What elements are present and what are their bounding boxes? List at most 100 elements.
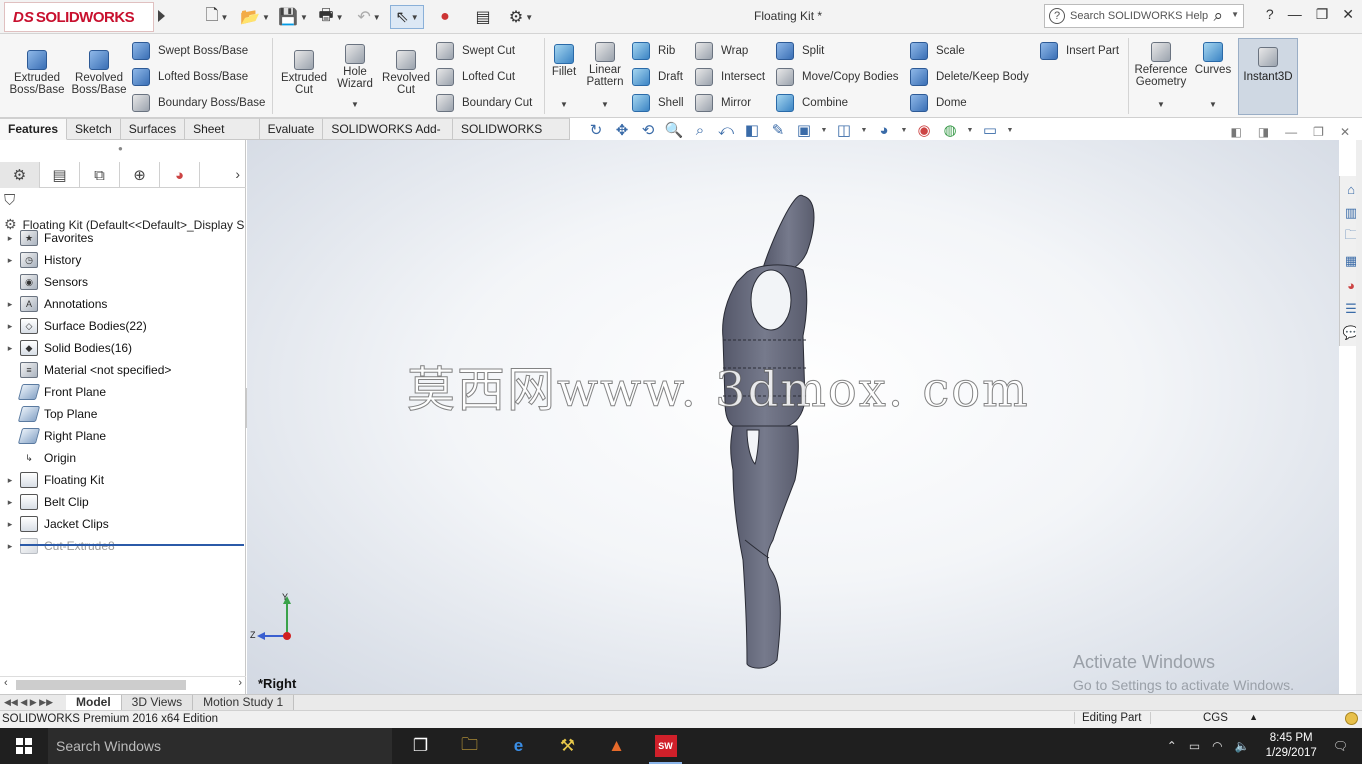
curves-dropdown-icon[interactable]: ▼ (1209, 100, 1217, 109)
search-icon[interactable]: ⌕ (1213, 6, 1223, 26)
previous-view-icon[interactable]: ⤺ (716, 122, 736, 139)
tab-sheet-metal[interactable]: Sheet Metal (185, 118, 260, 157)
tile-right-icon[interactable]: ◨ (1258, 125, 1269, 139)
solidworks-logo[interactable]: DS SOLIDWORKS (4, 2, 154, 32)
tab-motion-study[interactable]: Motion Study 1 (193, 695, 295, 710)
chevron-right-icon[interactable]: › (235, 166, 240, 182)
insert-part-button[interactable]: Insert Part (1040, 42, 1119, 60)
lofted-cut-button[interactable]: Lofted Cut (436, 68, 515, 86)
dimxpert-tab-icon[interactable]: ⊕ (120, 162, 160, 188)
combine-button[interactable]: Combine (776, 94, 848, 112)
close-button[interactable]: ✕ (1342, 6, 1354, 23)
tree-item-origin[interactable]: ↳ Origin (0, 447, 244, 469)
zoom-to-area-icon[interactable]: ⌕ (690, 122, 710, 139)
intersect-button[interactable]: Intersect (695, 68, 765, 86)
expand-icon[interactable]: ▸ (0, 343, 20, 354)
battery-icon[interactable]: ▭ (1189, 739, 1200, 753)
tab-mbd[interactable]: SOLIDWORKS MBD (452, 118, 570, 157)
tab-model[interactable]: Model (66, 695, 122, 710)
tree-item-annotations[interactable]: ▸ A Annotations (0, 293, 244, 315)
swept-boss-button[interactable]: Swept Boss/Base (132, 42, 248, 60)
linear-pattern-dropdown-icon[interactable]: ▼ (601, 100, 609, 109)
tree-item-sensors[interactable]: ◉ Sensors (0, 271, 244, 293)
view-orientation-icon[interactable]: ▣ (794, 121, 814, 139)
tree-item-solid-bodies[interactable]: ▸ ◆ Solid Bodies(16) (0, 337, 244, 359)
split-button[interactable]: Split (776, 42, 824, 60)
menu-expand-icon[interactable] (158, 10, 165, 22)
property-manager-tab-icon[interactable]: ▤ (40, 162, 80, 188)
options-button[interactable]: ⚙ ▼ (504, 5, 538, 29)
matlab-icon[interactable]: ▲ (592, 728, 641, 764)
wrap-button[interactable]: Wrap (695, 42, 748, 60)
hide-show-items-icon[interactable]: ◕ (874, 122, 894, 139)
tab-evaluate[interactable]: Evaluate (259, 118, 324, 140)
rib-button[interactable]: Rib (632, 42, 675, 60)
shell-button[interactable]: Shell (632, 94, 684, 112)
volume-icon[interactable]: 🔈 (1235, 739, 1250, 753)
python-app-icon[interactable]: ⚒ (543, 728, 592, 764)
task-view-icon[interactable]: ❐ (396, 728, 445, 764)
hole-wizard-dropdown-icon[interactable]: ▼ (351, 100, 359, 109)
zoom-to-fit-icon[interactable]: ⟲ (638, 121, 658, 139)
wifi-icon[interactable]: ◠ (1212, 739, 1222, 753)
viewport-close-icon[interactable]: ✕ (1340, 125, 1350, 139)
tree-item-right-plane[interactable]: Right Plane (0, 425, 244, 447)
tree-item-front-plane[interactable]: Front Plane (0, 381, 244, 403)
graphics-area[interactable]: Y Z 莫西网www. 3dmox. com *Right Activate W… (247, 140, 1339, 694)
reference-geometry-button[interactable]: Reference Geometry (1132, 42, 1190, 88)
scroll-right-icon[interactable]: › (238, 677, 242, 689)
lofted-boss-button[interactable]: Lofted Boss/Base (132, 68, 248, 86)
search-dropdown-icon[interactable]: ▼ (1231, 10, 1239, 19)
viewport-minimize-icon[interactable]: — (1285, 125, 1297, 139)
expand-icon[interactable]: ▸ (0, 299, 20, 310)
expand-icon[interactable]: ▸ (0, 497, 20, 508)
view-settings-icon[interactable]: ▭ (980, 121, 1000, 139)
tree-horizontal-scrollbar[interactable]: ‹ › (0, 676, 246, 692)
tree-item-jacket-clips[interactable]: ▸ Jacket Clips (0, 513, 244, 535)
edit-appearance-icon[interactable]: ◉ (914, 121, 934, 139)
tree-item-surface-bodies[interactable]: ▸ ◇ Surface Bodies(22) (0, 315, 244, 337)
edge-browser-icon[interactable]: e (494, 728, 543, 764)
feature-tree-tab-icon[interactable]: ⚙ (0, 162, 40, 188)
revolved-boss-button[interactable]: Revolved Boss/Base (70, 50, 128, 96)
scroll-left-icon[interactable]: ‹ (4, 677, 8, 689)
file-explorer-taskbar-icon[interactable]: 🗀 (445, 728, 494, 764)
tab-addins[interactable]: SOLIDWORKS Add-Ins (323, 118, 453, 157)
start-button[interactable] (0, 728, 48, 764)
tree-item-favorites[interactable]: ▸ ★ Favorites (0, 227, 244, 249)
tree-item-history[interactable]: ▸ ◷ History (0, 249, 244, 271)
tab-sketch[interactable]: Sketch (67, 118, 121, 140)
expand-icon[interactable]: ▸ (0, 519, 20, 530)
curves-button[interactable]: Curves (1192, 42, 1234, 76)
display-style-dropdown-icon[interactable]: ▼ (860, 127, 868, 134)
print-button[interactable]: 🖶 ▼ (314, 5, 348, 29)
save-button[interactable]: 💾 ▼ (276, 5, 310, 29)
expand-icon[interactable]: ▸ (0, 541, 20, 552)
help-menu-button[interactable]: ? (1266, 6, 1274, 23)
extruded-boss-button[interactable]: Extruded Boss/Base (8, 50, 66, 96)
tray-overflow-icon[interactable]: ⌃ (1167, 739, 1177, 753)
expand-icon[interactable]: ▸ (0, 255, 20, 266)
restore-button[interactable]: ❐ (1316, 6, 1329, 23)
tab-3d-views[interactable]: 3D Views (121, 695, 194, 710)
undo-button[interactable]: ↶ ▼ (352, 5, 386, 29)
tree-item-belt-clip[interactable]: ▸ Belt Clip (0, 491, 244, 513)
fillet-button[interactable]: Fillet (548, 44, 580, 78)
boundary-cut-button[interactable]: Boundary Cut (436, 94, 532, 112)
tree-item-cut-extrude8[interactable]: ▸ Cut-Extrude8 (0, 535, 244, 557)
tab-features[interactable]: Features (0, 118, 68, 140)
apply-scene-dropdown-icon[interactable]: ▼ (966, 127, 974, 134)
help-search-input[interactable]: ? Search SOLIDWORKS Help ⌕ ▼ (1044, 4, 1244, 28)
tile-left-icon[interactable]: ◧ (1230, 125, 1241, 139)
mirror-button[interactable]: Mirror (695, 94, 751, 112)
boundary-boss-button[interactable]: Boundary Boss/Base (132, 94, 265, 112)
revolved-cut-button[interactable]: Revolved Cut (380, 50, 432, 96)
panel-grip-icon[interactable]: ● (118, 144, 123, 153)
tree-item-material[interactable]: ≡ Material <not specified> (0, 359, 244, 381)
rebuild-status-icon[interactable] (1345, 712, 1358, 725)
rebuild-button[interactable]: ● (428, 5, 462, 29)
display-style-icon[interactable]: ◫ (834, 121, 854, 139)
notifications-icon[interactable]: 🗨 (1333, 739, 1348, 753)
expand-icon[interactable]: ▸ (0, 233, 20, 244)
swept-cut-button[interactable]: Swept Cut (436, 42, 515, 60)
